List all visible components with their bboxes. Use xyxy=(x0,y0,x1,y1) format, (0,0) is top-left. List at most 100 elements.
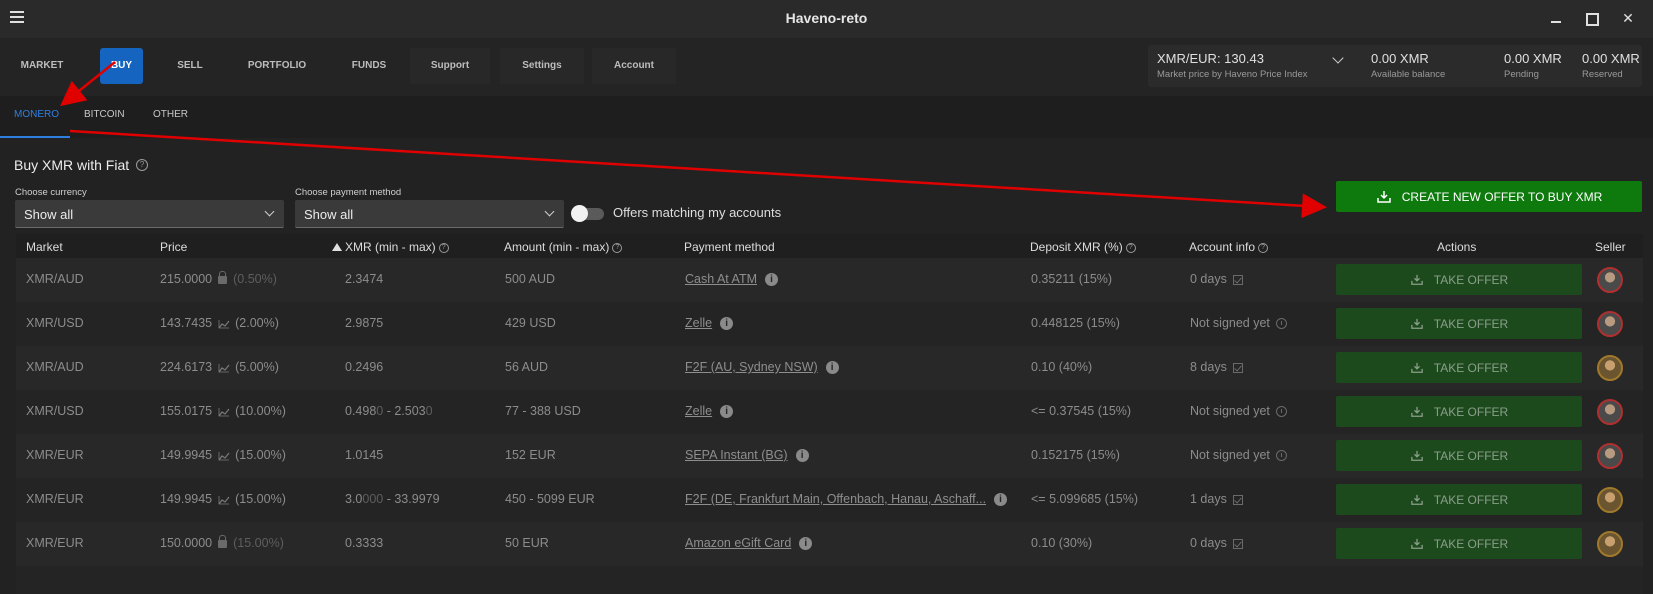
col-deposit-label: Deposit XMR (%) xyxy=(1030,240,1123,254)
nav-settings[interactable]: Settings xyxy=(500,48,584,84)
col-account-info[interactable]: Account info? xyxy=(1189,240,1269,254)
take-offer-button[interactable]: TAKE OFFER xyxy=(1336,528,1582,559)
help-icon[interactable]: ? xyxy=(1258,242,1269,253)
seller-avatar[interactable] xyxy=(1597,531,1623,557)
table-header: Market Price XMR (min - max)? Amount (mi… xyxy=(16,234,1643,258)
payment-method-link[interactable]: Zelle xyxy=(685,404,712,418)
tab-other[interactable]: OTHER xyxy=(153,109,188,120)
price-value: 215.0000 xyxy=(160,272,213,286)
download-tray-icon xyxy=(1410,406,1423,417)
xmr-cell: 2.3474 xyxy=(345,272,383,286)
payment-method-select[interactable]: Show all xyxy=(295,200,564,228)
info-icon[interactable]: i xyxy=(825,361,839,375)
tab-bitcoin[interactable]: BITCOIN xyxy=(84,109,125,120)
price-cell: 155.0175 (10.00%) xyxy=(160,404,286,418)
payment-method-link[interactable]: Cash At ATM xyxy=(685,272,757,286)
account-info-cell: Not signed yet xyxy=(1190,404,1287,418)
payment-method-link[interactable]: Amazon eGift Card xyxy=(685,536,791,550)
help-icon[interactable]: ? xyxy=(136,159,148,171)
info-icon[interactable]: i xyxy=(799,537,813,551)
take-offer-button[interactable]: TAKE OFFER xyxy=(1336,484,1582,515)
nav-funds[interactable]: FUNDS xyxy=(336,48,402,84)
help-icon[interactable]: ? xyxy=(1125,242,1136,253)
col-market[interactable]: Market xyxy=(26,240,63,254)
market-cell: XMR/AUD xyxy=(26,272,84,286)
col-payment-method[interactable]: Payment method xyxy=(684,240,775,254)
take-offer-button[interactable]: TAKE OFFER xyxy=(1336,440,1582,471)
take-offer-button[interactable]: TAKE OFFER xyxy=(1336,396,1582,427)
currency-select[interactable]: Show all xyxy=(15,200,284,228)
main-nav: MARKET BUY SELL PORTFOLIO FUNDS Support … xyxy=(0,38,1653,96)
chevron-down-icon[interactable] xyxy=(1332,52,1344,64)
payment-method-link[interactable]: SEPA Instant (BG) xyxy=(685,448,788,462)
signed-check-icon xyxy=(1232,538,1243,549)
seller-avatar[interactable] xyxy=(1597,355,1623,381)
col-deposit[interactable]: Deposit XMR (%)? xyxy=(1030,240,1136,254)
xmr-cell: 0.3333 xyxy=(345,536,383,550)
payment-method-link[interactable]: F2F (DE, Frankfurt Main, Offenbach, Hana… xyxy=(685,492,986,506)
seller-avatar[interactable] xyxy=(1597,267,1623,293)
table-row: XMR/EUR 149.9945 (15.00%) 1.0145 152 EUR SEPA… xyxy=(16,434,1643,478)
take-offer-button[interactable]: TAKE OFFER xyxy=(1336,352,1582,383)
col-amount[interactable]: Amount (min - max)? xyxy=(504,240,623,254)
market-price-value: XMR/EUR: 130.43 xyxy=(1157,51,1264,66)
matching-offers-label: Offers matching my accounts xyxy=(613,205,782,220)
xmr-min: 0.3333 xyxy=(345,536,384,550)
table-row: XMR/EUR 149.9945 (15.00%) 3.0000 - 33.9979 4… xyxy=(16,478,1643,522)
table-row: XMR/EUR 150.0000 (15.00%) 0.3333 50 EUR Amazo… xyxy=(16,522,1643,566)
nav-sell[interactable]: SELL xyxy=(165,48,215,84)
seller-avatar[interactable] xyxy=(1597,311,1623,337)
account-age: 0 days xyxy=(1190,536,1227,550)
help-icon[interactable]: ? xyxy=(438,242,449,253)
payment-method-link[interactable]: F2F (AU, Sydney NSW) xyxy=(685,360,818,374)
download-tray-icon xyxy=(1377,190,1391,203)
matching-offers-toggle[interactable] xyxy=(571,205,604,222)
deposit-cell: 0.10 (40%) xyxy=(1031,360,1093,374)
price-value: 143.7435 xyxy=(160,316,213,330)
info-icon[interactable]: i xyxy=(765,273,779,287)
col-price[interactable]: Price xyxy=(160,240,187,254)
window-title: Haveno-reto xyxy=(785,10,868,26)
nav-market[interactable]: MARKET xyxy=(10,48,74,84)
payment-method-cell: Zelle i xyxy=(685,404,734,419)
seller-avatar[interactable] xyxy=(1597,487,1623,513)
info-icon[interactable]: i xyxy=(720,317,734,331)
minimize-icon[interactable] xyxy=(1549,10,1563,26)
nav-account[interactable]: Account xyxy=(592,48,676,84)
col-xmr[interactable]: XMR (min - max)? xyxy=(332,240,449,254)
account-info-cell: 0 days xyxy=(1190,272,1243,286)
pending-balance-value: 0.00 XMR xyxy=(1504,51,1562,66)
nav-buy[interactable]: BUY xyxy=(100,48,143,84)
price-cell: 215.0000 (0.50%) xyxy=(160,270,277,286)
xmr-max: 33.9979 xyxy=(394,492,440,506)
take-offer-button[interactable]: TAKE OFFER xyxy=(1336,308,1582,339)
price-value: 150.0000 xyxy=(160,536,213,550)
maximize-icon[interactable] xyxy=(1585,10,1599,26)
tab-monero[interactable]: MONERO xyxy=(14,109,59,120)
info-icon[interactable]: i xyxy=(720,405,734,419)
market-cell: XMR/EUR xyxy=(26,536,84,550)
trend-chart-icon xyxy=(218,407,230,417)
price-percent: (10.00%) xyxy=(235,404,286,418)
help-icon[interactable]: ? xyxy=(612,242,623,253)
account-age: Not signed yet xyxy=(1190,448,1270,462)
trend-chart-icon xyxy=(218,451,230,461)
create-offer-label: CREATE NEW OFFER TO BUY XMR xyxy=(1401,189,1603,204)
xmr-max-padding: 0 xyxy=(425,404,433,418)
close-icon[interactable]: ✕ xyxy=(1621,10,1635,26)
nav-support[interactable]: Support xyxy=(410,48,490,84)
col-seller: Seller xyxy=(1595,240,1626,254)
info-icon[interactable]: i xyxy=(994,493,1008,507)
payment-method-link[interactable]: Zelle xyxy=(685,316,712,330)
amount-cell: 450 - 5099 EUR xyxy=(505,492,595,506)
account-age: Not signed yet xyxy=(1190,404,1270,418)
create-offer-button[interactable]: CREATE NEW OFFER TO BUY XMR xyxy=(1336,181,1642,212)
seller-avatar[interactable] xyxy=(1597,399,1623,425)
seller-avatar[interactable] xyxy=(1597,443,1623,469)
info-icon[interactable]: i xyxy=(795,449,809,463)
account-info-cell: 0 days xyxy=(1190,536,1243,550)
download-tray-icon xyxy=(1410,494,1423,505)
xmr-cell: 1.0145 xyxy=(345,448,383,462)
nav-portfolio[interactable]: PORTFOLIO xyxy=(238,48,316,84)
take-offer-button[interactable]: TAKE OFFER xyxy=(1336,264,1582,295)
